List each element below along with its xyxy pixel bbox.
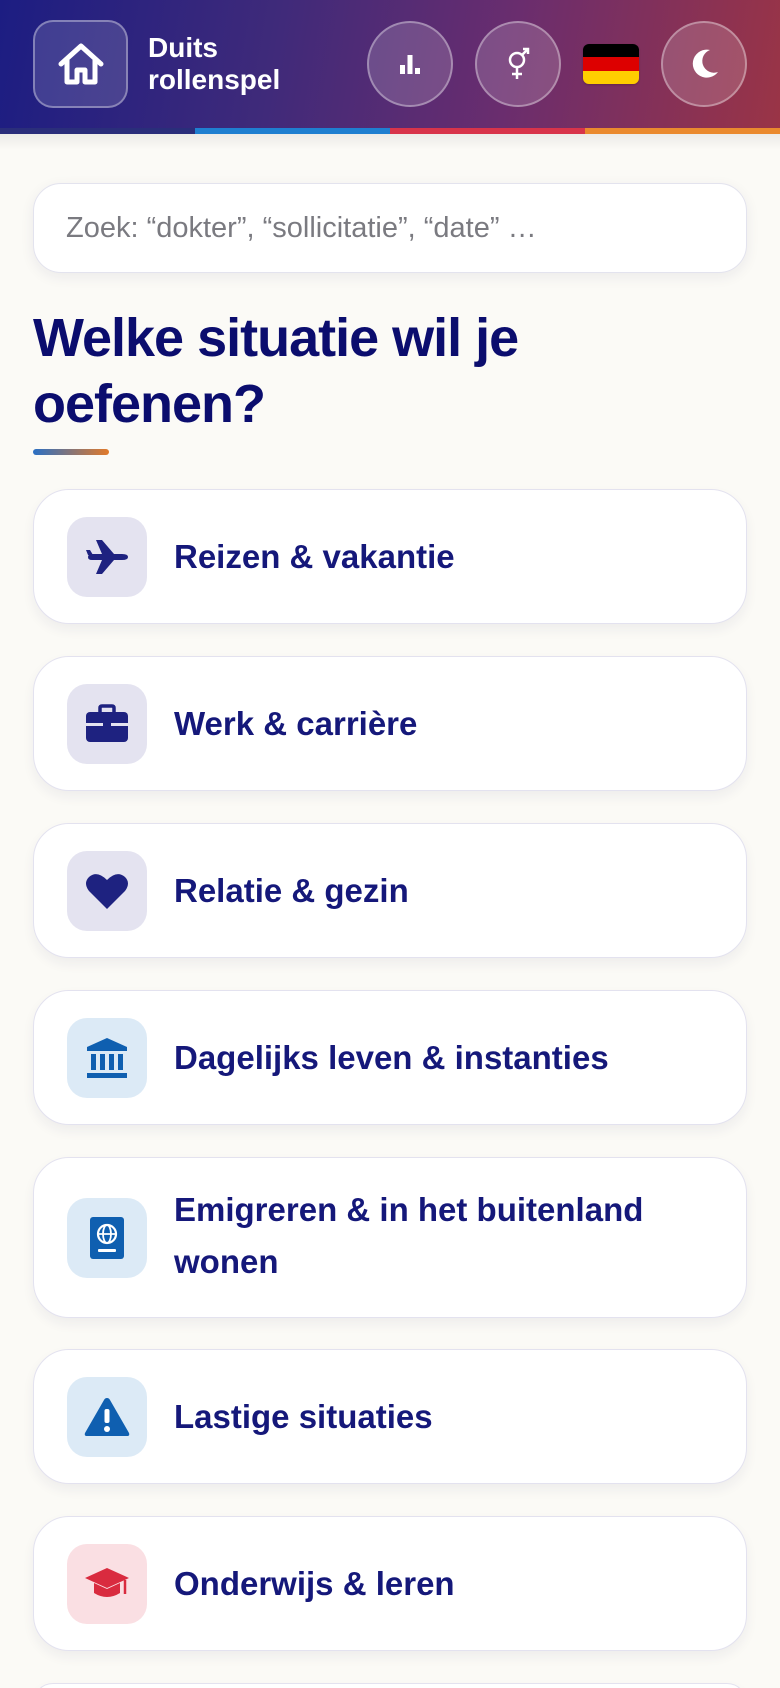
category-icon-tile bbox=[67, 684, 147, 764]
moon-icon bbox=[692, 49, 718, 78]
category-icon-tile bbox=[67, 1018, 147, 1098]
language-flag-icon[interactable] bbox=[583, 44, 639, 84]
category-card-difficult-situations[interactable]: Lastige situaties bbox=[33, 1349, 747, 1484]
graduation-cap-icon bbox=[85, 1568, 129, 1597]
category-label: Emigreren & in het buitenland wonen bbox=[174, 1191, 644, 1280]
header-shadow bbox=[0, 134, 780, 150]
category-icon-tile bbox=[67, 1377, 147, 1457]
flag-stripe-black bbox=[583, 44, 639, 58]
category-card-partial[interactable] bbox=[33, 1683, 747, 1688]
dark-mode-button[interactable] bbox=[661, 21, 747, 107]
category-card-daily-life[interactable]: Dagelijks leven & instanties bbox=[33, 990, 747, 1125]
bank-icon bbox=[87, 1038, 127, 1078]
briefcase-icon bbox=[86, 704, 128, 742]
category-card-travel[interactable]: Reizen & vakantie bbox=[33, 489, 747, 624]
category-icon-tile bbox=[67, 1544, 147, 1624]
category-card-work[interactable]: Werk & carrière bbox=[33, 656, 747, 791]
plane-icon bbox=[86, 540, 128, 574]
bar-chart-icon bbox=[400, 55, 420, 74]
stats-button[interactable] bbox=[367, 21, 453, 107]
passport-icon bbox=[90, 1217, 124, 1259]
search-input[interactable] bbox=[33, 183, 747, 273]
category-label: Reizen & vakantie bbox=[174, 538, 455, 575]
app-title-line2: rollenspel bbox=[148, 64, 281, 95]
category-label: Onderwijs & leren bbox=[174, 1565, 455, 1602]
app-title: Duits rollenspel bbox=[148, 32, 348, 96]
category-label: Dagelijks leven & instanties bbox=[174, 1039, 609, 1076]
home-icon bbox=[58, 43, 103, 85]
heart-icon bbox=[86, 874, 128, 909]
gender-icon bbox=[508, 47, 530, 79]
category-label: Lastige situaties bbox=[174, 1398, 433, 1435]
app-title-line1: Duits bbox=[148, 32, 218, 63]
page-title: Welke situatie wil je oefenen? bbox=[33, 308, 519, 434]
title-underline bbox=[33, 449, 109, 455]
category-label: Relatie & gezin bbox=[174, 872, 409, 909]
category-label: Werk & carrière bbox=[174, 705, 418, 742]
flag-stripe-gold bbox=[583, 70, 639, 84]
category-icon-tile bbox=[67, 1198, 147, 1278]
home-button[interactable] bbox=[33, 20, 128, 108]
category-card-education[interactable]: Onderwijs & leren bbox=[33, 1516, 747, 1651]
gender-button[interactable] bbox=[475, 21, 561, 107]
app-header: Duits rollenspel bbox=[0, 0, 780, 128]
category-icon-tile bbox=[67, 517, 147, 597]
flag-stripe-red bbox=[583, 57, 639, 71]
category-icon-tile bbox=[67, 851, 147, 931]
category-card-emigration[interactable]: Emigreren & in het buitenland wonen bbox=[33, 1157, 747, 1318]
warning-icon bbox=[84, 1398, 130, 1436]
category-card-relationship[interactable]: Relatie & gezin bbox=[33, 823, 747, 958]
